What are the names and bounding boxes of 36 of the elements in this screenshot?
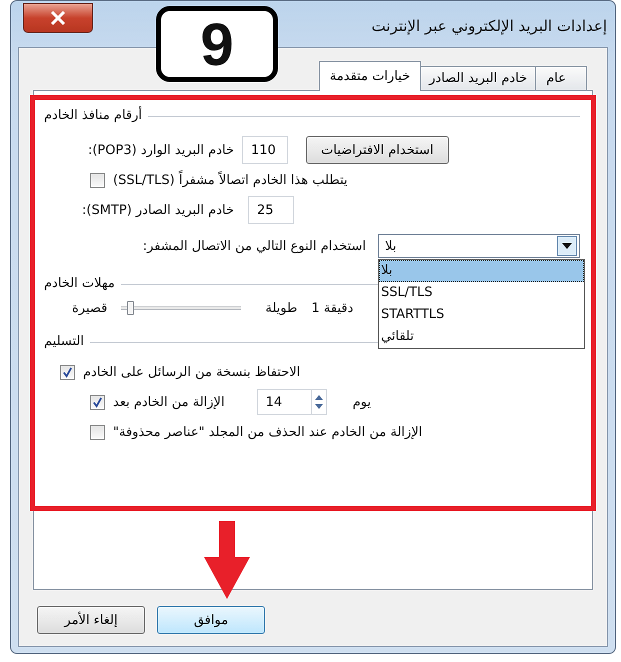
group-title: أرقام منافذ الخادم bbox=[44, 108, 142, 122]
checkbox-label: الإزالة من الخادم عند الحذف من المجلد "عناصر محذوفة" bbox=[113, 424, 422, 440]
dialog-button[interactable]: إلغاء الأمر bbox=[37, 606, 145, 634]
slider-thumb[interactable] bbox=[127, 301, 134, 315]
defaults-button[interactable]: استخدام الافتراضيات bbox=[306, 136, 449, 164]
step-number-badge: 9 bbox=[156, 6, 278, 82]
field-label: خادم البريد الوارد (POP3): bbox=[86, 142, 234, 158]
tab[interactable]: خيارات متقدمة bbox=[318, 61, 422, 91]
port-field[interactable]: 110 bbox=[242, 136, 288, 164]
dropdown-option[interactable]: بلا bbox=[378, 260, 584, 282]
dropdown-option[interactable]: تلقائي bbox=[378, 326, 584, 348]
group-title: مهلات الخادم bbox=[44, 276, 115, 290]
field-label: استخدام النوع التالي من الاتصال المشفر: bbox=[142, 238, 366, 254]
field-label: خادم البريد الصادر (SMTP): bbox=[81, 202, 234, 218]
checkbox-label: الاحتفاظ بنسخة من الرسائل على الخادم bbox=[83, 364, 300, 380]
checkbox-label: يتطلب هذا الخادم اتصالاً مشفراً (SSL/TLS) bbox=[113, 172, 348, 188]
checkbox[interactable] bbox=[90, 394, 105, 410]
dialog-button[interactable]: موافق bbox=[157, 606, 265, 634]
unit-label: يوم bbox=[352, 394, 371, 410]
checkbox-label: الإزالة من الخادم بعد bbox=[113, 394, 225, 410]
tab[interactable]: عام bbox=[535, 66, 587, 90]
close-icon bbox=[50, 11, 66, 25]
slider-label: قصيرة bbox=[72, 300, 108, 316]
window-title: إعدادات البريد الإلكتروني عبر الإنترنت bbox=[372, 17, 607, 35]
checkbox[interactable] bbox=[90, 424, 105, 440]
checkbox[interactable] bbox=[90, 172, 105, 188]
days-spinner[interactable]: 14 bbox=[256, 389, 327, 415]
checkbox[interactable] bbox=[60, 364, 75, 380]
timeout-value: دقيقة 1 bbox=[311, 300, 354, 316]
dropdown-option[interactable]: STARTTLS bbox=[378, 304, 584, 326]
dropdown-option[interactable]: SSL/TLS bbox=[378, 282, 584, 304]
group-title: التسليم bbox=[44, 334, 84, 348]
tab[interactable]: خادم البريد الصادر bbox=[420, 66, 536, 90]
close-button[interactable] bbox=[23, 3, 93, 33]
port-field[interactable]: 25 bbox=[248, 196, 294, 224]
slider-label: طويلة bbox=[265, 300, 298, 316]
